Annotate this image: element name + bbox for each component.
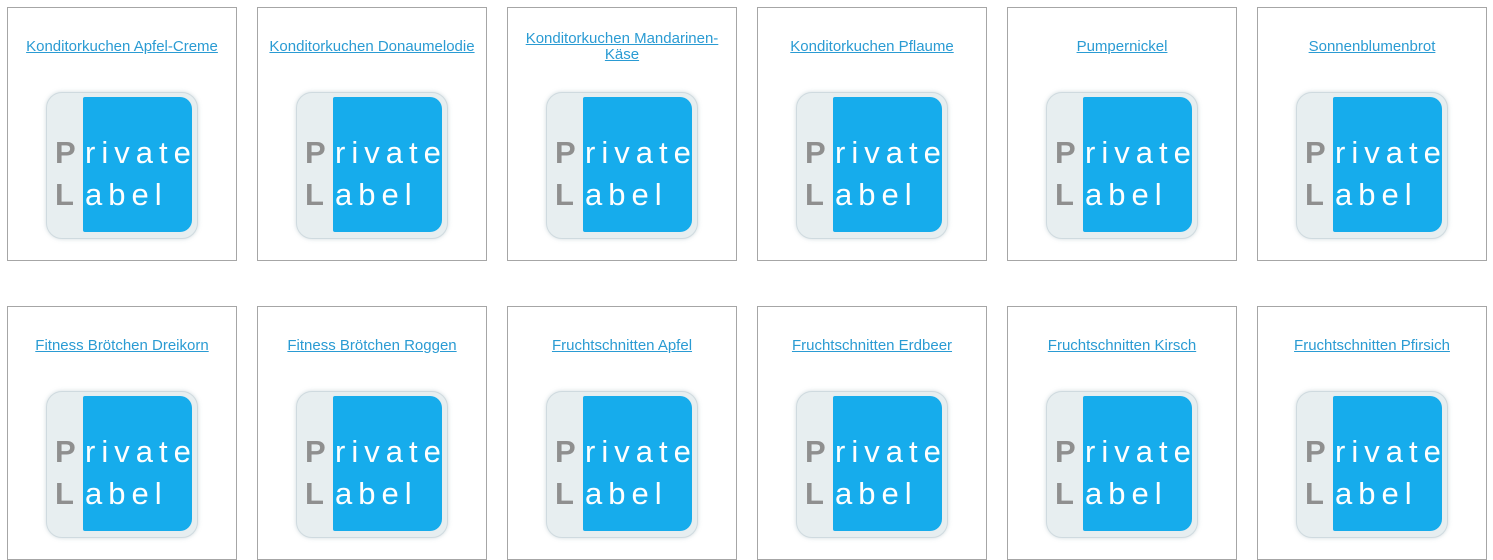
- logo-line-1: Private: [55, 135, 197, 170]
- logo-line-2: Label: [1305, 476, 1418, 511]
- logo-line-2: Label: [55, 177, 168, 212]
- product-title: Fruchtschnitten Erdbeer: [764, 326, 980, 366]
- product-card: Konditorkuchen Mandarinen-Käse Private L…: [507, 7, 737, 261]
- product-link[interactable]: Fruchtschnitten Kirsch: [1048, 338, 1196, 354]
- logo-line-2: Label: [305, 177, 418, 212]
- product-link[interactable]: Pumpernickel: [1077, 39, 1168, 55]
- logo-line-1: Private: [305, 135, 447, 170]
- logo-line-1: Private: [1055, 434, 1197, 469]
- product-title: Fitness Brötchen Dreikorn: [14, 326, 230, 366]
- logo-line-1: Private: [1305, 434, 1447, 469]
- product-card: Fruchtschnitten Kirsch Private Label: [1007, 306, 1237, 560]
- product-title: Konditorkuchen Mandarinen-Käse: [514, 27, 730, 67]
- product-link[interactable]: Sonnenblumenbrot: [1309, 39, 1436, 55]
- product-link[interactable]: Konditorkuchen Pflaume: [790, 39, 953, 55]
- product-link[interactable]: Konditorkuchen Apfel-Creme: [26, 39, 218, 55]
- product-card: Pumpernickel Private Label: [1007, 7, 1237, 261]
- product-card: Konditorkuchen Apfel-Creme Private Label: [7, 7, 237, 261]
- logo-line-2: Label: [305, 476, 418, 511]
- private-label-logo[interactable]: Private Label: [46, 92, 198, 239]
- product-link[interactable]: Fruchtschnitten Pfirsich: [1294, 338, 1450, 354]
- product-link[interactable]: Fitness Brötchen Dreikorn: [35, 338, 208, 354]
- product-title: Fruchtschnitten Kirsch: [1014, 326, 1230, 366]
- product-title: Fitness Brötchen Roggen: [264, 326, 480, 366]
- logo-line-2: Label: [1305, 177, 1418, 212]
- logo-line-1: Private: [1055, 135, 1197, 170]
- product-title: Fruchtschnitten Apfel: [514, 326, 730, 366]
- private-label-logo[interactable]: Private Label: [296, 391, 448, 538]
- logo-line-2: Label: [1055, 177, 1168, 212]
- product-link[interactable]: Konditorkuchen Donaumelodie: [269, 39, 474, 55]
- product-title: Konditorkuchen Apfel-Creme: [14, 27, 230, 67]
- private-label-logo[interactable]: Private Label: [46, 391, 198, 538]
- product-title: Konditorkuchen Pflaume: [764, 27, 980, 67]
- product-link[interactable]: Fruchtschnitten Apfel: [552, 338, 692, 354]
- logo-line-1: Private: [55, 434, 197, 469]
- logo-line-1: Private: [1305, 135, 1447, 170]
- logo-line-2: Label: [55, 476, 168, 511]
- private-label-logo[interactable]: Private Label: [1046, 391, 1198, 538]
- product-link[interactable]: Konditorkuchen Mandarinen-Käse: [514, 31, 730, 63]
- product-card: Fruchtschnitten Erdbeer Private Label: [757, 306, 987, 560]
- product-card: Sonnenblumenbrot Private Label: [1257, 7, 1487, 261]
- product-card: Fitness Brötchen Roggen Private Label: [257, 306, 487, 560]
- private-label-logo[interactable]: Private Label: [296, 92, 448, 239]
- private-label-logo[interactable]: Private Label: [796, 92, 948, 239]
- logo-line-1: Private: [555, 135, 697, 170]
- logo-line-1: Private: [805, 135, 947, 170]
- product-card: Fruchtschnitten Apfel Private Label: [507, 306, 737, 560]
- logo-line-2: Label: [555, 476, 668, 511]
- logo-line-2: Label: [805, 177, 918, 212]
- product-grid: Konditorkuchen Apfel-Creme Private Label…: [7, 7, 1487, 560]
- product-card: Konditorkuchen Pflaume Private Label: [757, 7, 987, 261]
- logo-line-2: Label: [555, 177, 668, 212]
- product-card: Fruchtschnitten Pfirsich Private Label: [1257, 306, 1487, 560]
- product-link[interactable]: Fruchtschnitten Erdbeer: [792, 338, 952, 354]
- logo-line-1: Private: [555, 434, 697, 469]
- logo-line-1: Private: [305, 434, 447, 469]
- product-title: Fruchtschnitten Pfirsich: [1264, 326, 1480, 366]
- logo-line-1: Private: [805, 434, 947, 469]
- private-label-logo[interactable]: Private Label: [546, 391, 698, 538]
- private-label-logo[interactable]: Private Label: [796, 391, 948, 538]
- product-title: Pumpernickel: [1014, 27, 1230, 67]
- product-card: Fitness Brötchen Dreikorn Private Label: [7, 306, 237, 560]
- private-label-logo[interactable]: Private Label: [1046, 92, 1198, 239]
- private-label-logo[interactable]: Private Label: [1296, 391, 1448, 538]
- private-label-logo[interactable]: Private Label: [1296, 92, 1448, 239]
- product-title: Konditorkuchen Donaumelodie: [264, 27, 480, 67]
- logo-line-2: Label: [1055, 476, 1168, 511]
- product-title: Sonnenblumenbrot: [1264, 27, 1480, 67]
- product-link[interactable]: Fitness Brötchen Roggen: [287, 338, 456, 354]
- logo-line-2: Label: [805, 476, 918, 511]
- private-label-logo[interactable]: Private Label: [546, 92, 698, 239]
- product-card: Konditorkuchen Donaumelodie Private Labe…: [257, 7, 487, 261]
